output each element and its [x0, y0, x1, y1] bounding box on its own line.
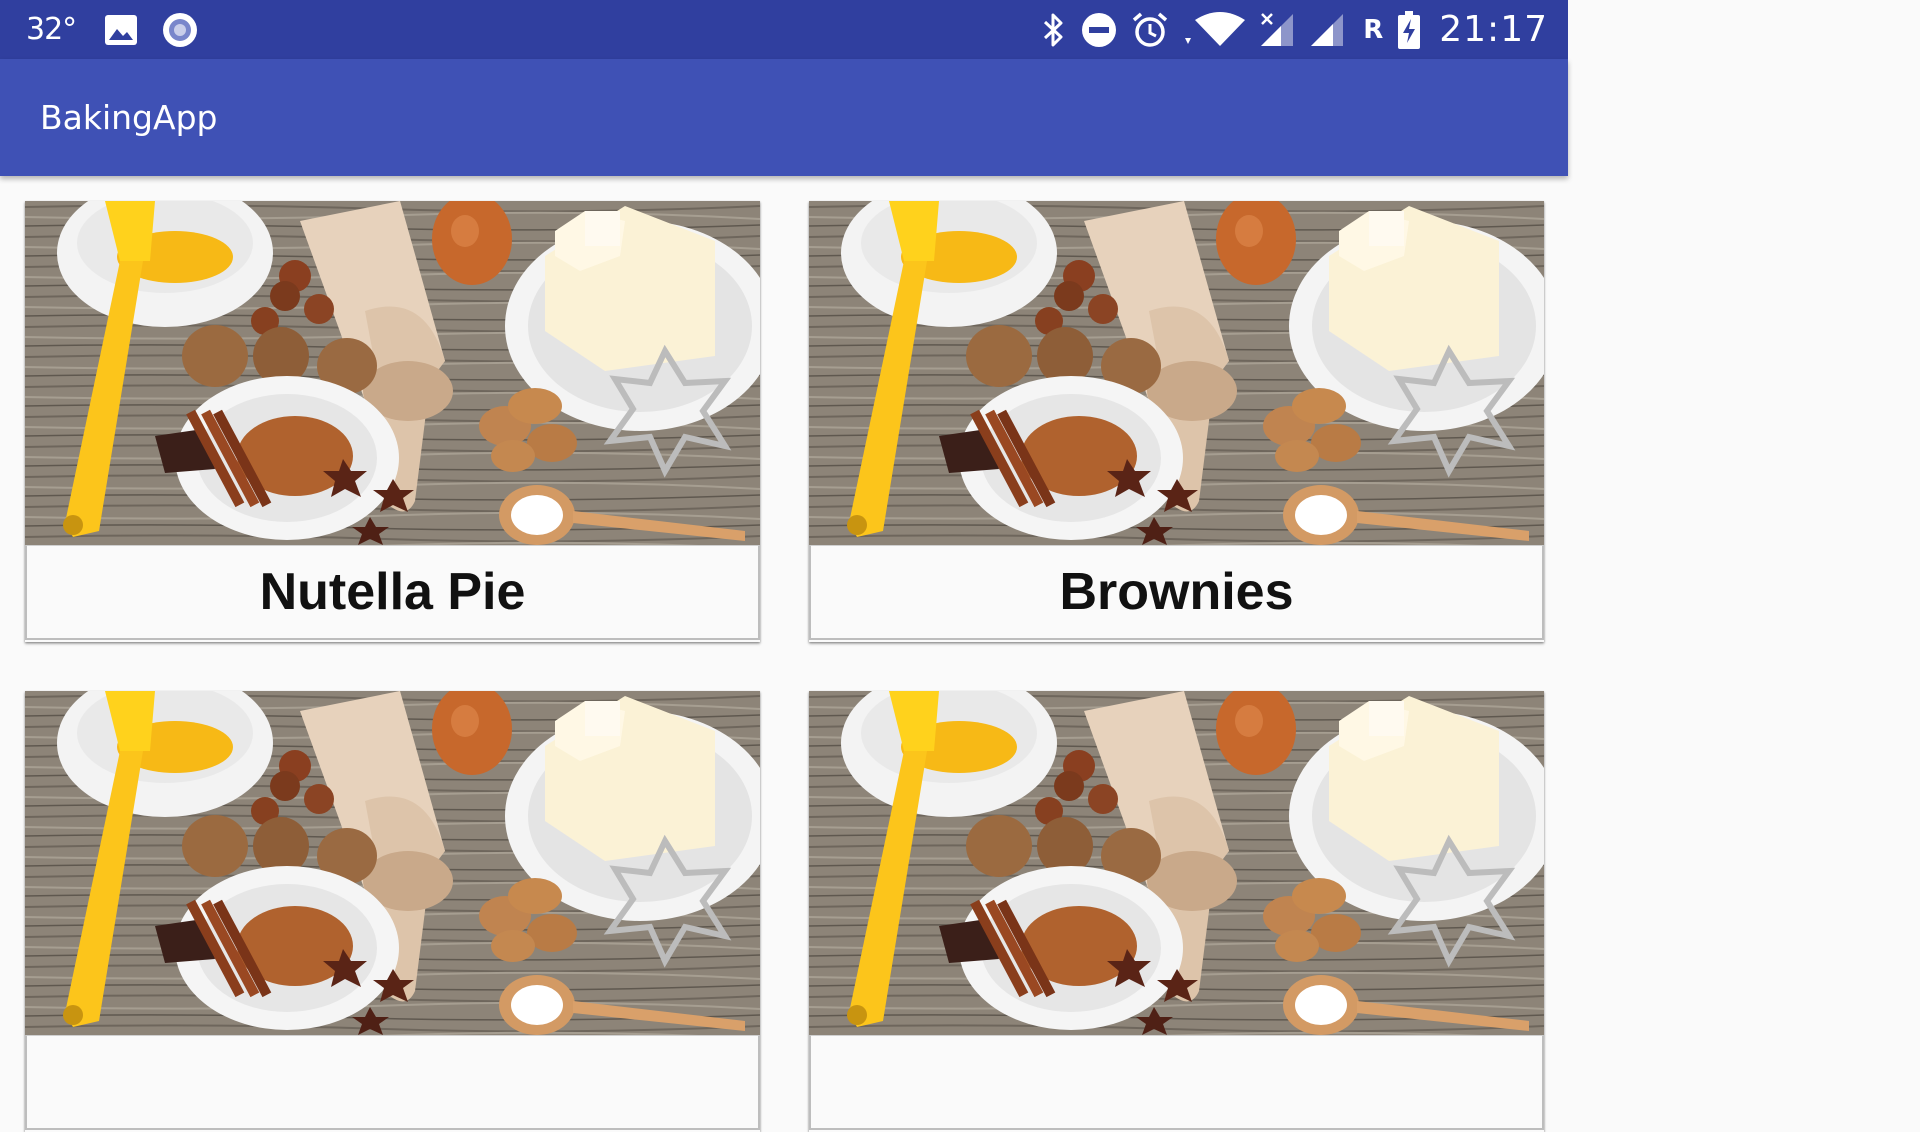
battery-charging-icon [1397, 10, 1421, 49]
roaming-indicator: R [1363, 14, 1384, 45]
record-icon [162, 12, 198, 48]
mobile-signal-icon [1259, 12, 1295, 48]
recipe-card[interactable] [809, 691, 1544, 1132]
recipe-image [809, 201, 1544, 545]
status-left: 32° [26, 12, 222, 48]
app-bar: BakingApp [0, 59, 1568, 176]
app-title: BakingApp [40, 98, 218, 137]
recipe-card[interactable]: Brownies [809, 201, 1544, 642]
status-right: R 21:17 [1027, 9, 1548, 50]
image-icon [104, 14, 138, 46]
recipe-image [25, 691, 760, 1035]
wifi-icon [1183, 11, 1246, 48]
status-bar: 32° R 21:17 [0, 0, 1568, 59]
clock: 21:17 [1439, 9, 1548, 50]
recipe-image [25, 201, 760, 545]
recipe-card[interactable]: Nutella Pie [25, 201, 760, 642]
recipe-name [25, 1035, 760, 1130]
recipe-image [809, 691, 1544, 1035]
recipe-name: Brownies [809, 545, 1544, 640]
signal-icon [1309, 12, 1345, 48]
bluetooth-icon [1041, 12, 1067, 48]
temperature-readout: 32° [26, 12, 77, 47]
recipe-grid: Nutella Pie Brownies [0, 176, 1568, 1132]
do-not-disturb-icon [1081, 12, 1117, 48]
recipe-name [809, 1035, 1544, 1130]
recipe-card[interactable] [25, 691, 760, 1132]
recipe-name: Nutella Pie [25, 545, 760, 640]
alarm-icon [1131, 11, 1169, 49]
